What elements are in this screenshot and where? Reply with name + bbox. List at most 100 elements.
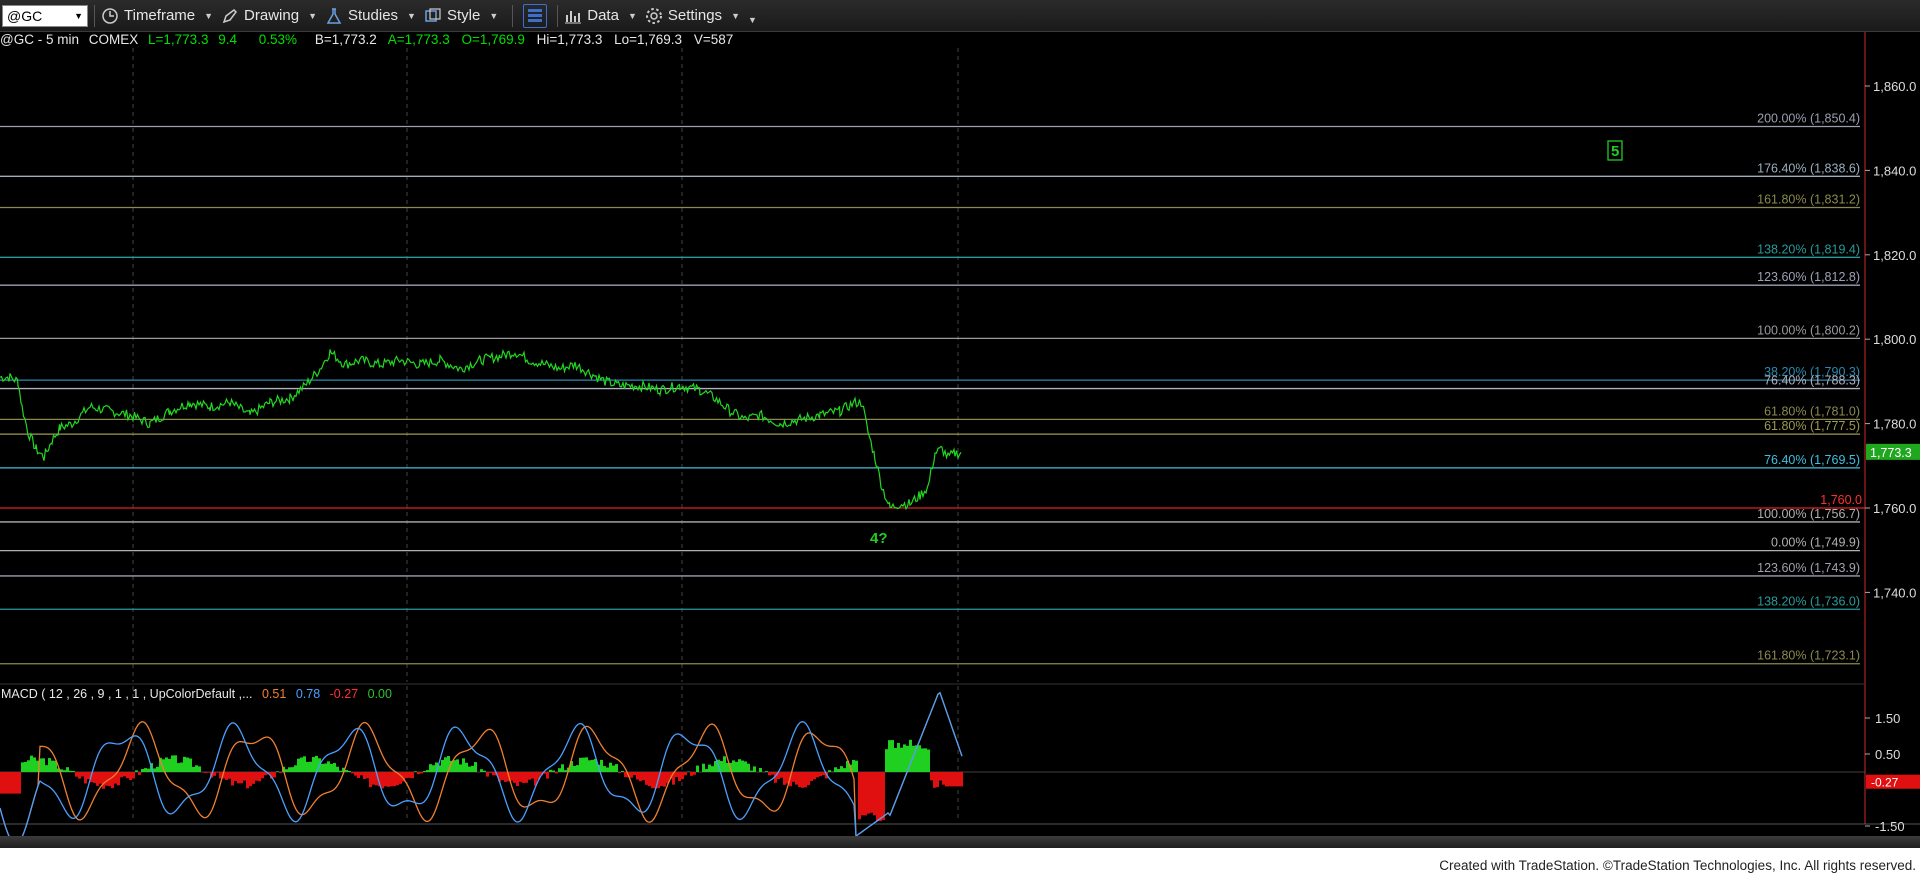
macd-histogram-bar	[279, 772, 282, 773]
macd-histogram-bar	[927, 749, 930, 772]
macd-histogram-bar	[864, 772, 867, 816]
drawing-button[interactable]: Drawing ▼	[221, 7, 317, 25]
macd-histogram-bar	[933, 772, 936, 788]
chevron-down-icon: ▼	[731, 10, 740, 21]
macd-histogram-bar	[528, 772, 531, 780]
macd-histogram-bar	[681, 772, 684, 780]
layout-icon[interactable]	[523, 3, 548, 28]
macd-histogram-bar	[324, 763, 327, 772]
drawing-label: Drawing	[244, 7, 300, 24]
macd-histogram-bar	[27, 760, 30, 772]
studies-button[interactable]: Studies ▼	[325, 7, 416, 25]
style-label: Style	[446, 7, 481, 24]
macd-histogram-bar	[948, 772, 951, 787]
macd-histogram-bar	[96, 772, 99, 786]
bar-chart-icon	[565, 10, 582, 23]
macd-histogram-bar	[354, 772, 357, 776]
timeframe-label: Timeframe	[124, 7, 196, 24]
macd-histogram-bar	[588, 760, 591, 772]
macd-histogram-bar	[42, 758, 45, 772]
macd-histogram-bar	[186, 757, 189, 772]
fib-level-label: 123.60% (1,743.9)	[1757, 561, 1860, 575]
macd-histogram-bar	[249, 772, 252, 787]
macd-histogram-bar	[723, 756, 726, 772]
macd-histogram-bar	[102, 772, 105, 789]
macd-histogram-bar	[951, 772, 954, 787]
macd-histogram-bar	[240, 772, 243, 784]
macd-histogram-bar	[423, 770, 426, 772]
macd-histogram-bar	[432, 765, 435, 772]
macd-histogram-bar	[891, 740, 894, 772]
price-tick-label: 1,760.0	[1873, 501, 1916, 516]
fib-level-label: 123.60% (1,812.8)	[1757, 270, 1860, 284]
macd-histogram-bar	[15, 772, 18, 794]
macd-histogram-bar	[180, 762, 183, 772]
low-price: Lo=1,769.3	[614, 32, 683, 47]
symbol-text: @GC	[7, 7, 43, 24]
macd-histogram-bar	[243, 772, 246, 781]
macd-histogram-bar	[591, 759, 594, 772]
chevron-down-icon: ▼	[74, 10, 83, 21]
price-tick-label: 1,800.0	[1873, 332, 1916, 347]
symbol-selector[interactable]: @GC ▼	[2, 4, 88, 27]
volume: V=587	[693, 32, 734, 47]
style-button[interactable]: Style ▼	[424, 7, 498, 25]
price-line-series	[0, 348, 962, 511]
macd-histogram-bar	[879, 772, 882, 821]
macd-histogram-bar	[6, 772, 9, 794]
macd-histogram-bar	[285, 769, 288, 772]
macd-histogram-bar	[468, 766, 471, 772]
macd-histogram-bar	[465, 762, 468, 772]
macd-histogram-bar	[129, 772, 132, 781]
settings-button[interactable]: Settings ▼	[645, 7, 740, 25]
macd-histogram-bar	[675, 772, 678, 778]
macd-histogram-bar	[231, 772, 234, 786]
macd-histogram-bar	[924, 748, 927, 772]
chart-canvas[interactable]: 200.00% (1,850.4) 176.40% (1,838.6) 161.80…	[0, 32, 1920, 836]
macd-histogram-bar	[444, 757, 447, 772]
macd-histogram-bar	[144, 768, 147, 772]
macd-histogram-bar	[612, 765, 615, 772]
macd-histogram-bar	[225, 772, 228, 780]
macd-histogram-bar	[519, 772, 522, 782]
fib-level-label: 76.40% (1,769.5)	[1764, 453, 1860, 467]
macd-histogram-bar	[174, 755, 177, 772]
macd-histogram-bar	[888, 740, 891, 772]
macd-histogram-bar	[663, 772, 666, 787]
macd-histogram-bar	[288, 767, 291, 772]
fib-level-label: 76.40% (1,788.3)	[1764, 374, 1860, 388]
macd-histogram-bar	[330, 763, 333, 772]
macd-histogram-bar	[870, 772, 873, 813]
price-tick-label: 1,840.0	[1873, 163, 1916, 178]
macd-histogram-bar	[369, 772, 372, 788]
macd-histogram-bar	[855, 760, 858, 772]
data-button[interactable]: Data ▼	[564, 7, 637, 25]
macd-histogram-bar	[744, 761, 747, 772]
macd-histogram-bar	[384, 772, 387, 787]
more-button[interactable]: ▼	[748, 7, 757, 25]
macd-histogram-bar	[795, 772, 798, 785]
macd-histogram-bar	[861, 772, 864, 816]
macd-histogram-bar	[411, 772, 414, 779]
horizontal-scrollbar[interactable]	[0, 836, 1920, 848]
macd-histogram-bar	[12, 772, 15, 794]
last-price-label: 1,773.3	[1870, 446, 1912, 460]
open-price: O=1,769.9	[461, 32, 525, 47]
macd-histogram-bar	[561, 764, 564, 772]
fib-level-label: 161.80% (1,723.1)	[1757, 649, 1860, 663]
macd-histogram-bar	[189, 758, 192, 772]
macd-histogram-bar	[135, 770, 138, 772]
macd-histogram-bar	[3, 772, 6, 794]
macd-histogram-bar	[357, 772, 360, 778]
macd-histogram-bar	[366, 772, 369, 779]
macd-histogram-bar	[618, 772, 621, 773]
macd-histogram-bar	[276, 771, 279, 772]
macd-histogram-bar	[234, 772, 237, 781]
macd-histogram-bar	[708, 764, 711, 772]
timeframe-button[interactable]: Timeframe ▼	[101, 7, 213, 25]
macd-line	[0, 691, 963, 836]
net-change: 9.4	[218, 32, 237, 47]
macd-histogram-bar	[807, 772, 810, 786]
macd-histogram-bar	[153, 768, 156, 772]
macd-histogram-bar	[420, 772, 423, 774]
